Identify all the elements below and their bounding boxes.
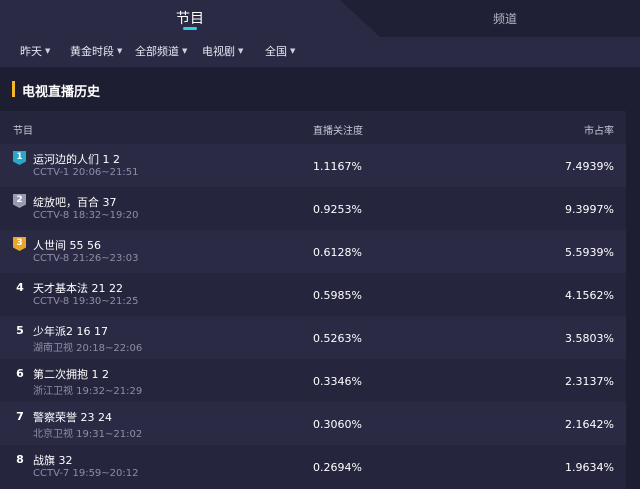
active-tab-indicator [183,27,197,30]
program-time: 浙江卫视 19:32~21:29 [33,386,143,397]
share-value: 7.4939% [565,160,614,173]
caret-down-icon: ▼ [117,47,123,55]
table-header: 节目 直播关注度 市占率 [0,111,626,144]
rank-number: 6 [16,367,24,380]
table-row[interactable]: 5 少年派2 16 17 湖南卫视 20:18~22:06 0.5263% 3.… [0,316,626,359]
header-attention[interactable]: 直播关注度 [313,122,363,137]
filter-date-dropdown[interactable]: 昨天 ▼ [20,43,50,59]
program-name[interactable]: 人世间 55 56 [33,237,101,253]
filter-region-label: 全国 [265,45,287,58]
caret-down-icon: ▼ [290,47,296,55]
program-time: CCTV-8 19:30~21:25 [33,296,139,307]
tab-bar: 节目 频道 [0,0,640,37]
program-time: CCTV-8 21:26~23:03 [33,253,139,264]
section-accent-bar [12,81,15,97]
rank-3-badge-icon: 3 [13,237,26,251]
program-name[interactable]: 绽放吧，百合 37 [33,194,117,210]
table-row[interactable]: 8 战旗 32 CCTV-7 19:59~20:12 0.2694% 1.963… [0,445,626,488]
filter-date-label: 昨天 [20,45,42,58]
attention-value: 0.5263% [313,332,362,345]
program-time: CCTV-7 19:59~20:12 [33,468,139,479]
program-time: CCTV-8 18:32~19:20 [33,210,139,221]
tab-channel[interactable]: 频道 [480,10,530,27]
filter-region-dropdown[interactable]: 全国 ▼ [265,43,295,59]
table-row[interactable]: 3 人世间 55 56 CCTV-8 21:26~23:03 0.6128% 5… [0,230,626,273]
program-name[interactable]: 第二次拥抱 1 2 [33,366,109,382]
share-value: 1.9634% [565,461,614,474]
filter-channel-label: 全部频道 [135,45,179,58]
program-time: 北京卫视 19:31~21:02 [33,429,143,440]
section-header: 电视直播历史 [0,67,640,111]
program-name[interactable]: 少年派2 16 17 [33,323,108,339]
attention-value: 0.9253% [313,203,362,216]
program-name[interactable]: 运河边的人们 1 2 [33,151,120,167]
filter-genre-label: 电视剧 [202,45,235,58]
table-row[interactable]: 6 第二次拥抱 1 2 浙江卫视 19:32~21:29 0.3346% 2.3… [0,359,626,402]
share-value: 2.3137% [565,375,614,388]
attention-value: 0.3060% [313,418,362,431]
header-program: 节目 [13,126,33,137]
caret-down-icon: ▼ [45,47,51,55]
rank-number: 8 [16,453,24,466]
attention-value: 0.2694% [313,461,362,474]
caret-down-icon: ▼ [182,47,188,55]
section-title: 电视直播历史 [22,85,101,100]
filter-timeslot-dropdown[interactable]: 黄金时段 ▼ [70,43,122,59]
tab-program[interactable]: 节目 [170,8,210,28]
filter-timeslot-label: 黄金时段 [70,45,114,58]
attention-value: 0.3346% [313,375,362,388]
share-value: 3.5803% [565,332,614,345]
right-gutter [626,111,640,489]
table-row[interactable]: 7 警察荣誉 23 24 北京卫视 19:31~21:02 0.3060% 2.… [0,402,626,445]
attention-value: 0.5985% [313,289,362,302]
program-time: CCTV-1 20:06~21:51 [33,167,139,178]
rank-number: 5 [16,324,24,337]
filter-bar: 昨天 ▼ 黄金时段 ▼ 全部频道 ▼ 电视剧 ▼ 全国 ▼ [0,37,640,67]
table-row[interactable]: 1 运河边的人们 1 2 CCTV-1 20:06~21:51 1.1167% … [0,144,626,187]
filter-genre-dropdown[interactable]: 电视剧 ▼ [202,43,243,59]
share-value: 2.1642% [565,418,614,431]
share-value: 9.3997% [565,203,614,216]
table-row[interactable]: 4 天才基本法 21 22 CCTV-8 19:30~21:25 0.5985%… [0,273,626,316]
table-row[interactable]: 2 绽放吧，百合 37 CCTV-8 18:32~19:20 0.9253% 9… [0,187,626,230]
caret-down-icon: ▼ [238,47,244,55]
program-name[interactable]: 警察荣誉 23 24 [33,409,112,425]
filter-channel-dropdown[interactable]: 全部频道 ▼ [135,43,187,59]
header-share[interactable]: 市占率 [584,122,614,137]
attention-value: 0.6128% [313,246,362,259]
attention-value: 1.1167% [313,160,362,173]
rank-2-badge-icon: 2 [13,194,26,208]
share-value: 4.1562% [565,289,614,302]
rank-number: 7 [16,410,24,423]
program-name[interactable]: 战旗 32 [33,452,73,468]
program-time: 湖南卫视 20:18~22:06 [33,343,143,354]
rank-1-badge-icon: 1 [13,151,26,165]
rank-number: 4 [16,281,24,294]
program-name[interactable]: 天才基本法 21 22 [33,280,123,296]
share-value: 5.5939% [565,246,614,259]
ranking-table: 节目 直播关注度 市占率 1 运河边的人们 1 2 CCTV-1 20:06~2… [0,111,626,489]
